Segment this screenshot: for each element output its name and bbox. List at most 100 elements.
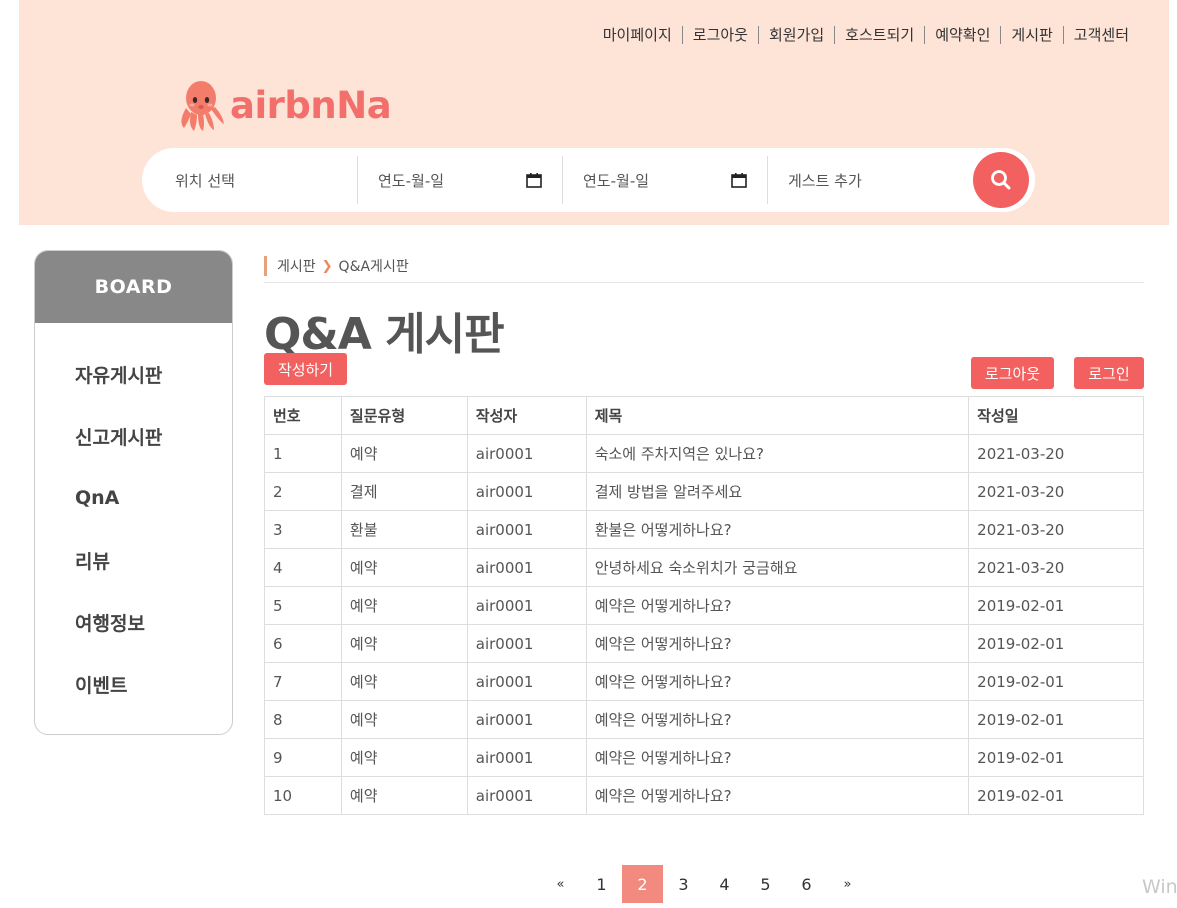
page-4[interactable]: 4 [704, 865, 745, 903]
cell-author: air0001 [466, 624, 587, 663]
cell-type: 예약 [340, 700, 468, 739]
col-question-type: 질문유형 [340, 396, 468, 435]
logout-button[interactable]: 로그아웃 [971, 357, 1054, 389]
cell-number: 2 [264, 472, 342, 511]
cell-title[interactable]: 예약은 어떻게하나요? [585, 738, 970, 777]
nav-reservations[interactable]: 예약확인 [924, 26, 1000, 44]
cell-type: 예약 [340, 434, 468, 473]
top-nav: 마이페이지 로그아웃 회원가입 호스트되기 예약확인 게시판 고객센터 [593, 26, 1139, 44]
breadcrumb-parent[interactable]: 게시판 [277, 256, 316, 276]
cell-date: 2021-03-20 [968, 472, 1144, 511]
cell-author: air0001 [466, 776, 587, 815]
table-row[interactable]: 6 예약 air0001 예약은 어떻게하나요? 2019-02-01 [264, 624, 1144, 663]
sidebar-item-event[interactable]: 이벤트 [35, 653, 232, 715]
table-row[interactable]: 10 예약 air0001 예약은 어떻게하나요? 2019-02-01 [264, 776, 1144, 815]
col-number: 번호 [264, 396, 342, 435]
col-date: 작성일 [968, 396, 1144, 435]
search-button[interactable] [973, 152, 1029, 208]
cell-type: 예약 [340, 662, 468, 701]
checkout-date-input[interactable]: 연도-월-일 [563, 156, 768, 204]
cell-number: 6 [264, 624, 342, 663]
nav-board[interactable]: 게시판 [1000, 26, 1062, 44]
cell-author: air0001 [466, 738, 587, 777]
cell-number: 1 [264, 434, 342, 473]
cell-date: 2019-02-01 [968, 738, 1144, 777]
table-row[interactable]: 2 결제 air0001 결제 방법을 알려주세요 2021-03-20 [264, 472, 1144, 511]
page-2-current[interactable]: 2 [622, 865, 663, 903]
nav-mypage[interactable]: 마이페이지 [593, 26, 682, 44]
calendar-icon[interactable] [731, 172, 747, 188]
cell-number: 7 [264, 662, 342, 701]
search-bar: 위치 선택 연도-월-일 연도-월-일 게스트 추가 [142, 148, 1035, 212]
cell-date: 2021-03-20 [968, 434, 1144, 473]
cell-title[interactable]: 예약은 어떻게하나요? [585, 586, 970, 625]
guest-placeholder: 게스트 추가 [788, 171, 862, 190]
cell-date: 2019-02-01 [968, 586, 1144, 625]
table-row[interactable]: 4 예약 air0001 안녕하세요 숙소위치가 궁금해요 2021-03-20 [264, 548, 1144, 587]
page-5[interactable]: 5 [745, 865, 786, 903]
cell-title[interactable]: 환불은 어떻게하나요? [585, 510, 970, 549]
col-author: 작성자 [466, 396, 587, 435]
guest-input[interactable]: 게스트 추가 [768, 156, 968, 204]
sidebar-item-report-board[interactable]: 신고게시판 [35, 405, 232, 467]
nav-support[interactable]: 고객센터 [1062, 26, 1139, 44]
write-button[interactable]: 작성하기 [264, 353, 347, 385]
cell-title[interactable]: 예약은 어떻게하나요? [585, 662, 970, 701]
cell-author: air0001 [466, 662, 587, 701]
table-row[interactable]: 7 예약 air0001 예약은 어떻게하나요? 2019-02-01 [264, 662, 1144, 701]
cell-date: 2021-03-20 [968, 548, 1144, 587]
breadcrumb: 게시판 ❯ Q&A게시판 [264, 250, 1144, 283]
nav-become-host[interactable]: 호스트되기 [834, 26, 924, 44]
pagination-next[interactable]: » [827, 865, 868, 903]
cell-author: air0001 [466, 548, 587, 587]
table-row[interactable]: 9 예약 air0001 예약은 어떻게하나요? 2019-02-01 [264, 738, 1144, 777]
login-button[interactable]: 로그인 [1074, 357, 1144, 389]
sidebar-item-travel-info[interactable]: 여행정보 [35, 591, 232, 653]
checkout-placeholder: 연도-월-일 [583, 171, 650, 190]
cell-title[interactable]: 안녕하세요 숙소위치가 궁금해요 [585, 548, 970, 587]
sidebar-item-review[interactable]: 리뷰 [35, 529, 232, 591]
table-row[interactable]: 8 예약 air0001 예약은 어떻게하나요? 2019-02-01 [264, 700, 1144, 739]
cell-type: 환불 [340, 510, 468, 549]
table-row[interactable]: 1 예약 air0001 숙소에 주차지역은 있나요? 2021-03-20 [264, 434, 1144, 473]
octopus-logo-icon [181, 81, 224, 131]
cell-title[interactable]: 숙소에 주차지역은 있나요? [585, 434, 970, 473]
checkin-placeholder: 연도-월-일 [378, 171, 445, 190]
location-placeholder: 위치 선택 [175, 171, 235, 190]
cell-title[interactable]: 예약은 어떻게하나요? [585, 700, 970, 739]
col-title: 제목 [585, 396, 970, 435]
cell-title[interactable]: 예약은 어떻게하나요? [585, 624, 970, 663]
chevron-right-icon: ❯ [321, 258, 333, 274]
breadcrumb-current: Q&A게시판 [338, 259, 409, 275]
cell-title[interactable]: 결제 방법을 알려주세요 [585, 472, 970, 511]
cell-type: 예약 [340, 738, 468, 777]
cell-date: 2019-02-01 [968, 624, 1144, 663]
page-6[interactable]: 6 [786, 865, 827, 903]
page-3[interactable]: 3 [663, 865, 704, 903]
nav-logout[interactable]: 로그아웃 [681, 26, 758, 44]
location-select[interactable]: 위치 선택 [142, 156, 358, 204]
pagination-prev[interactable]: « [540, 865, 581, 903]
cell-type: 예약 [340, 624, 468, 663]
cell-type: 예약 [340, 548, 468, 587]
cell-author: air0001 [466, 700, 587, 739]
cell-author: air0001 [466, 472, 587, 511]
table-row[interactable]: 5 예약 air0001 예약은 어떻게하나요? 2019-02-01 [264, 586, 1144, 625]
header: 마이페이지 로그아웃 회원가입 호스트되기 예약확인 게시판 고객센터 airb… [19, 0, 1169, 225]
nav-signup[interactable]: 회원가입 [757, 26, 834, 44]
sidebar-item-qna[interactable]: QnA [35, 467, 232, 529]
checkin-date-input[interactable]: 연도-월-일 [358, 156, 563, 204]
qna-table: 번호 질문유형 작성자 제목 작성일 1 예약 air0001 숙소에 주차지역은 있… [264, 396, 1144, 815]
cell-title[interactable]: 예약은 어떻게하나요? [585, 776, 970, 815]
board-sidebar: BOARD 자유게시판 신고게시판 QnA 리뷰 여행정보 이벤트 [34, 250, 233, 735]
calendar-icon[interactable] [526, 172, 542, 188]
cell-type: 결제 [340, 472, 468, 511]
logo[interactable]: airbnNa [176, 78, 392, 132]
table-row[interactable]: 3 환불 air0001 환불은 어떻게하나요? 2021-03-20 [264, 510, 1144, 549]
sidebar-item-free-board[interactable]: 자유게시판 [35, 343, 232, 405]
cell-author: air0001 [466, 434, 587, 473]
table-header-row: 번호 질문유형 작성자 제목 작성일 [264, 396, 1144, 435]
cell-date: 2019-02-01 [968, 700, 1144, 739]
page-1[interactable]: 1 [581, 865, 622, 903]
cell-number: 10 [264, 776, 342, 815]
